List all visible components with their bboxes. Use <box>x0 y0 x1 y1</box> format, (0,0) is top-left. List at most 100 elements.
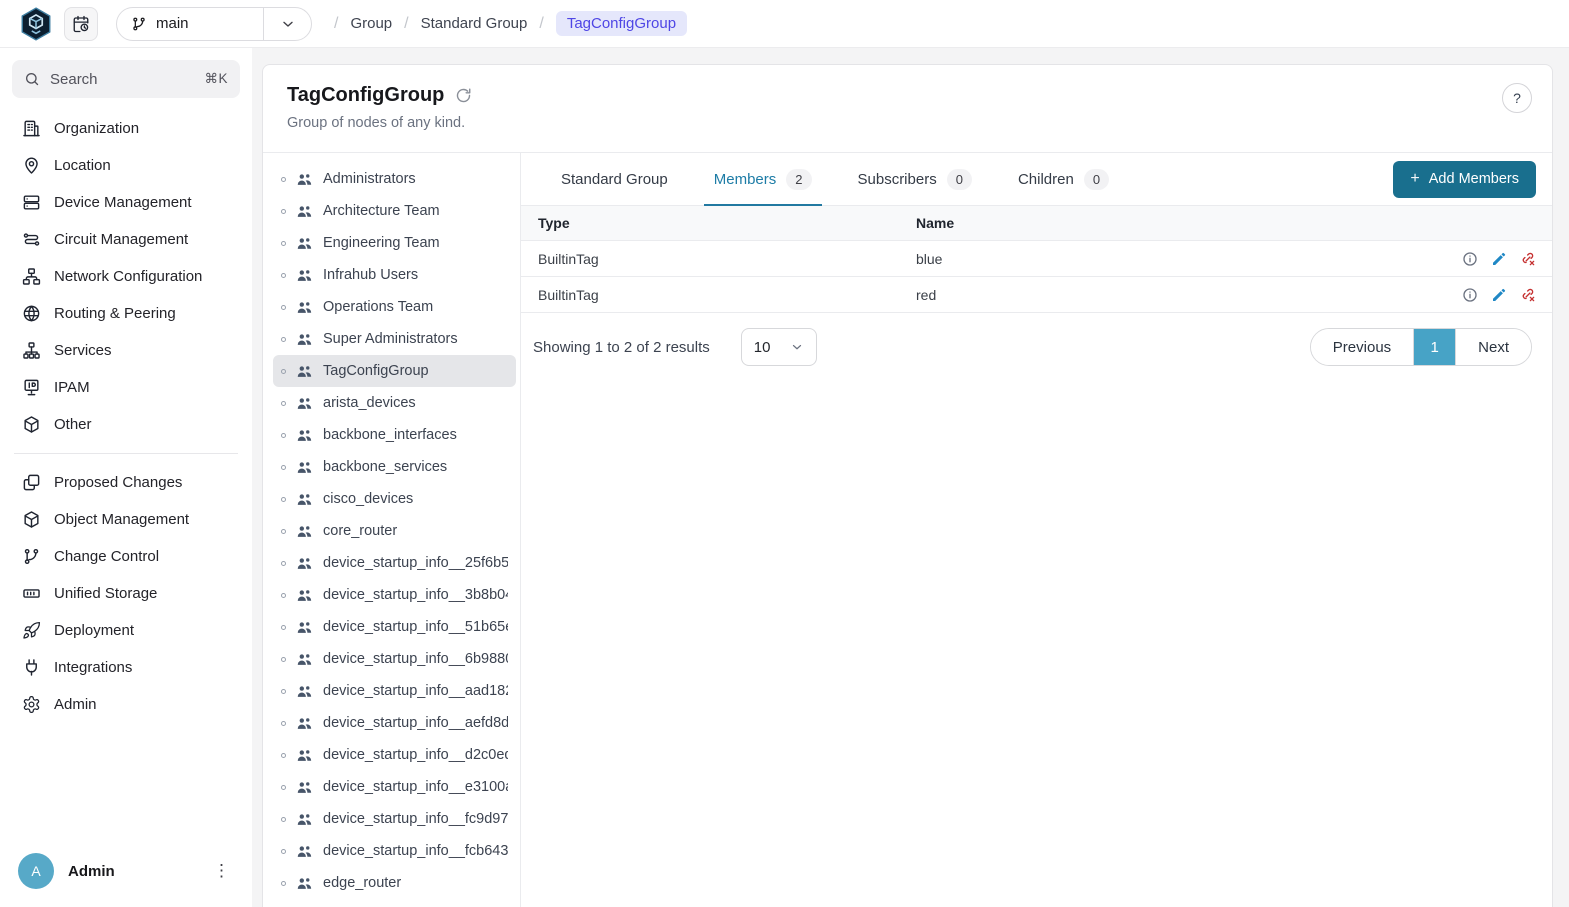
group-list-item[interactable]: device_startup_info__aad18286 <box>273 675 516 707</box>
sidebar-item-label: Organization <box>54 120 139 137</box>
sidebar-item-network-configuration[interactable]: Network Configuration <box>12 258 240 295</box>
table-row[interactable]: BuiltinTagred <box>521 277 1552 313</box>
sidebar-item-device-management[interactable]: Device Management <box>12 184 240 221</box>
breadcrumb-standard-group[interactable]: Standard Group <box>421 15 528 32</box>
current-page-button[interactable]: 1 <box>1413 329 1456 365</box>
sidebar-item-integrations[interactable]: Integrations <box>12 649 240 686</box>
info-icon[interactable] <box>1462 251 1478 267</box>
group-name: device_startup_info__d2c0ed2a <box>323 747 508 763</box>
breadcrumb-group[interactable]: Group <box>350 15 392 32</box>
next-page-button[interactable]: Next <box>1456 329 1531 365</box>
group-list-item[interactable]: Super Administrators <box>273 323 516 355</box>
gear-icon <box>22 695 41 714</box>
time-travel-button[interactable] <box>64 7 98 41</box>
help-button[interactable]: ? <box>1502 83 1532 113</box>
sidebar-item-other[interactable]: Other <box>12 406 240 443</box>
group-list-item[interactable]: device_startup_info__51b65edb <box>273 611 516 643</box>
group-list-item[interactable]: arista_devices <box>273 387 516 419</box>
bullet-icon <box>281 593 286 598</box>
group-list-item[interactable]: device_startup_info__3b8b0416 <box>273 579 516 611</box>
group-list-item[interactable]: device_startup_info__d2c0ed2a <box>273 739 516 771</box>
tab-label: Standard Group <box>561 171 668 188</box>
tab-members[interactable]: Members2 <box>704 153 822 205</box>
group-name: Administrators <box>323 171 416 187</box>
user-menu[interactable]: A Admin ⋮ <box>12 847 240 893</box>
sidebar-item-deployment[interactable]: Deployment <box>12 612 240 649</box>
user-kebab-menu-icon[interactable]: ⋮ <box>205 857 238 885</box>
chevron-down-icon <box>790 340 804 354</box>
group-list-item[interactable]: device_startup_info__fc9d9727 <box>273 803 516 835</box>
sidebar-item-circuit-management[interactable]: Circuit Management <box>12 221 240 258</box>
sidebar-item-change-control[interactable]: Change Control <box>12 538 240 575</box>
branch-current: main <box>117 15 263 32</box>
sidebar-item-routing-peering[interactable]: Routing & Peering <box>12 295 240 332</box>
page-header: TagConfigGroup Group of nodes of any kin… <box>263 65 1552 153</box>
group-list-item[interactable]: device_startup_info__25f6b5ec <box>273 547 516 579</box>
page-size-select[interactable]: 10 <box>741 328 817 366</box>
sidebar-item-object-management[interactable]: Object Management <box>12 501 240 538</box>
cell-type: BuiltinTag <box>521 251 916 267</box>
bullet-icon <box>281 721 286 726</box>
chevron-down-icon <box>280 16 296 32</box>
search-input[interactable]: Search ⌘K <box>12 60 240 98</box>
info-icon[interactable] <box>1462 287 1478 303</box>
edit-pencil-icon[interactable] <box>1491 287 1507 303</box>
users-icon <box>296 299 313 316</box>
group-list-item[interactable]: device_startup_info__aefd8d47 <box>273 707 516 739</box>
group-name: Infrahub Users <box>323 267 418 283</box>
sidebar-item-location[interactable]: Location <box>12 147 240 184</box>
bullet-icon <box>281 881 286 886</box>
unlink-icon[interactable] <box>1520 251 1536 267</box>
tab-standard-group[interactable]: Standard Group <box>551 153 678 205</box>
tab-children[interactable]: Children0 <box>1008 153 1119 205</box>
sidebar-item-unified-storage[interactable]: Unified Storage <box>12 575 240 612</box>
infrahub-logo[interactable] <box>18 6 54 42</box>
breadcrumb-current[interactable]: TagConfigGroup <box>556 11 687 36</box>
refresh-icon[interactable] <box>455 87 472 104</box>
breadcrumb: / Group / Standard Group / TagConfigGrou… <box>334 11 687 36</box>
group-list-item[interactable]: Infrahub Users <box>273 259 516 291</box>
users-icon <box>296 683 313 700</box>
group-name: device_startup_info__25f6b5ec <box>323 555 508 571</box>
branch-dropdown-toggle[interactable] <box>263 8 311 40</box>
add-members-label: Add Members <box>1429 171 1519 187</box>
group-list-item[interactable]: Administrators <box>273 163 516 195</box>
group-list-item[interactable]: device_startup_info__e3100ace <box>273 771 516 803</box>
page-title: TagConfigGroup <box>287 84 444 107</box>
previous-page-button[interactable]: Previous <box>1311 329 1413 365</box>
bullet-icon <box>281 401 286 406</box>
edit-pencil-icon[interactable] <box>1491 251 1507 267</box>
sidebar-item-ipam[interactable]: IPAM <box>12 369 240 406</box>
group-list-item[interactable]: device_startup_info__6b988093 <box>273 643 516 675</box>
group-list-item[interactable]: edge_router <box>273 867 516 899</box>
group-name: device_startup_info__e3100ace <box>323 779 508 795</box>
group-list-item[interactable]: backbone_interfaces <box>273 419 516 451</box>
group-list-item[interactable]: TagConfigGroup <box>273 355 516 387</box>
group-name: Architecture Team <box>323 203 440 219</box>
unlink-icon[interactable] <box>1520 287 1536 303</box>
add-members-button[interactable]: + Add Members <box>1393 161 1536 198</box>
bullet-icon <box>281 369 286 374</box>
pagination-bar: Showing 1 to 2 of 2 results 10 Previous … <box>521 313 1552 381</box>
sidebar-item-admin[interactable]: Admin <box>12 686 240 723</box>
group-name: cisco_devices <box>323 491 413 507</box>
sidebar-item-services[interactable]: Services <box>12 332 240 369</box>
group-list-item[interactable]: Engineering Team <box>273 227 516 259</box>
bullet-icon <box>281 689 286 694</box>
tab-subscribers[interactable]: Subscribers0 <box>848 153 982 205</box>
group-list-item[interactable]: backbone_services <box>273 451 516 483</box>
group-list-item[interactable]: Operations Team <box>273 291 516 323</box>
branch-selector[interactable]: main <box>116 7 312 41</box>
plug-icon <box>22 658 41 677</box>
page-subtitle: Group of nodes of any kind. <box>287 115 1528 131</box>
group-list-item[interactable]: device_startup_info__fcb6439b <box>273 835 516 867</box>
sidebar-item-organization[interactable]: Organization <box>12 110 240 147</box>
sidebar-item-label: Network Configuration <box>54 268 202 285</box>
bullet-icon <box>281 561 286 566</box>
table-row[interactable]: BuiltinTagblue <box>521 241 1552 277</box>
group-list-item[interactable]: core_router <box>273 515 516 547</box>
sidebar-item-proposed-changes[interactable]: Proposed Changes <box>12 464 240 501</box>
group-list-item[interactable]: cisco_devices <box>273 483 516 515</box>
breadcrumb-separator: / <box>539 15 543 33</box>
group-list-item[interactable]: Architecture Team <box>273 195 516 227</box>
